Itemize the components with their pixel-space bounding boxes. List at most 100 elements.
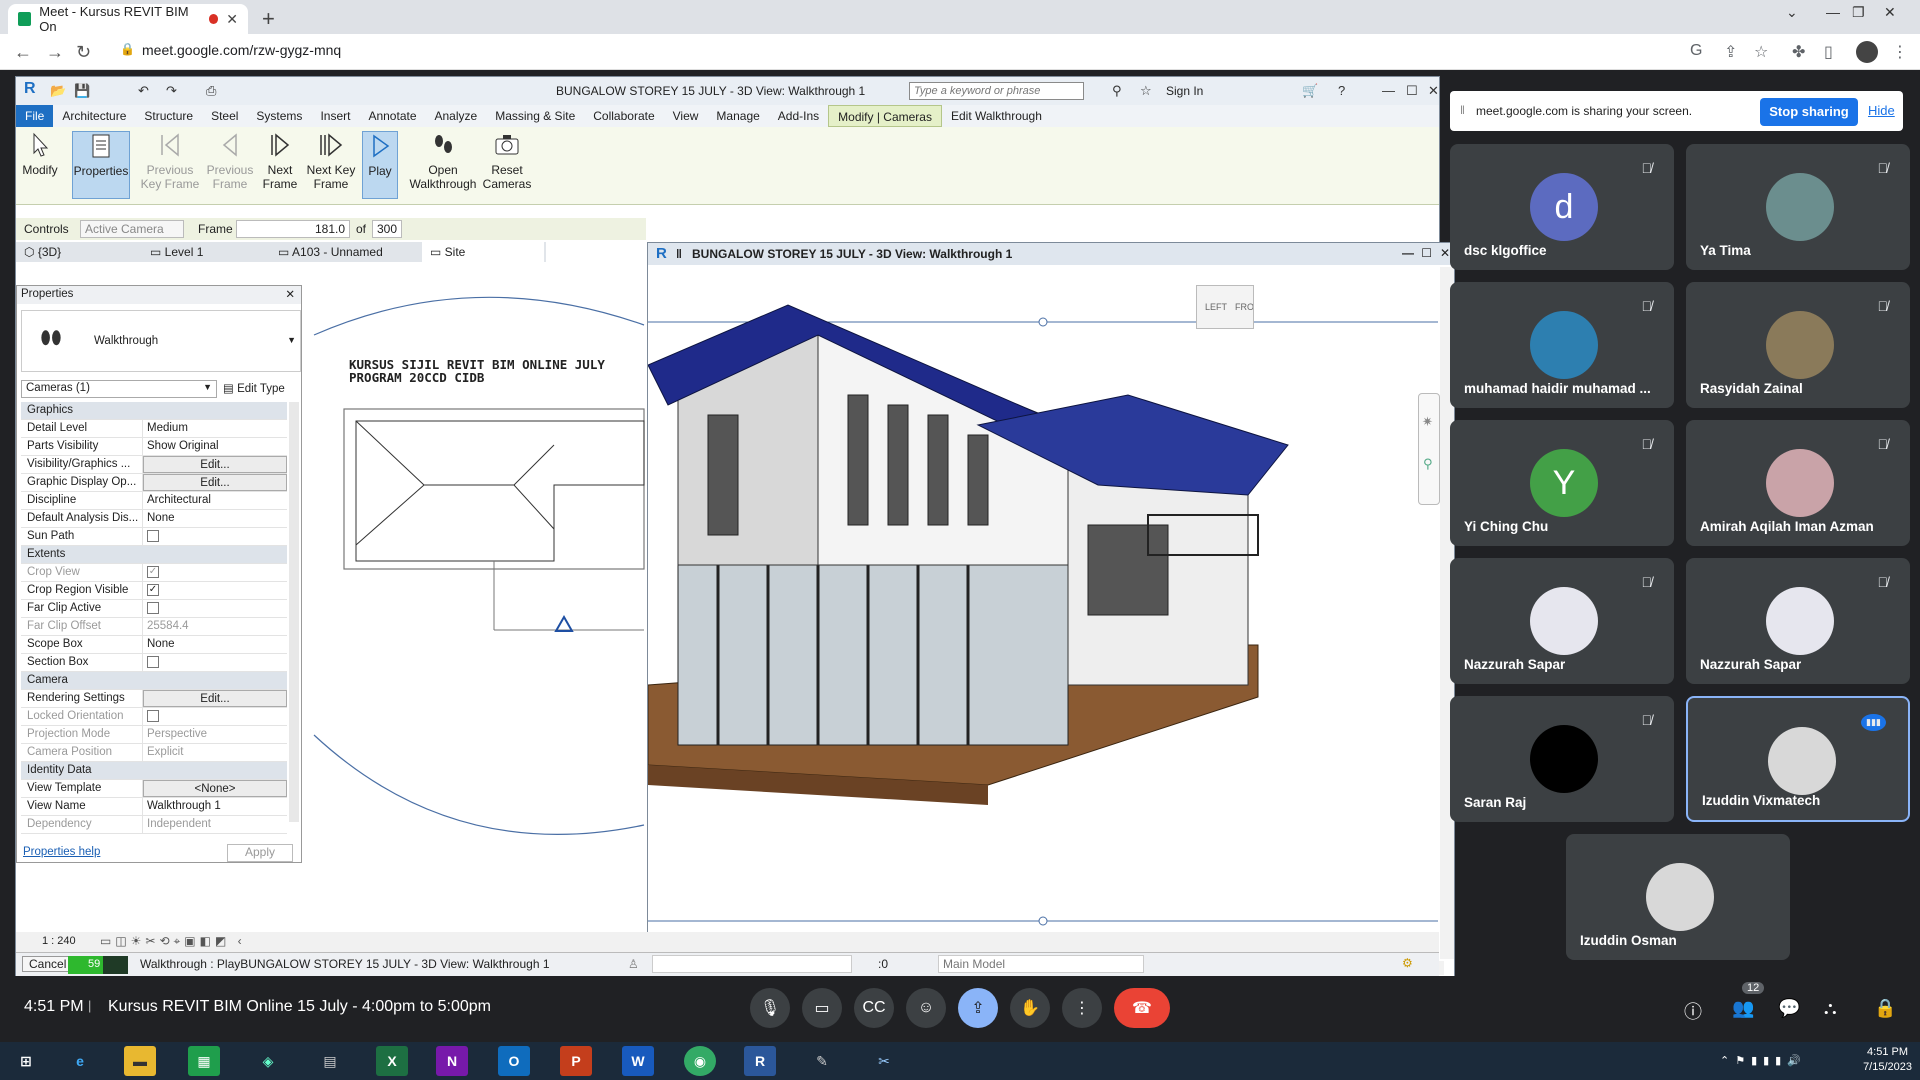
help-icon[interactable]: ? bbox=[1338, 83, 1345, 98]
participant-tile[interactable]: Ya Tima 🎙̸ bbox=[1686, 144, 1910, 270]
revit-maximize-icon[interactable]: ☐ bbox=[1406, 83, 1418, 99]
hide-banner-link[interactable]: Hide bbox=[1868, 103, 1895, 118]
restore-icon[interactable]: ❐ bbox=[1852, 4, 1865, 21]
share-icon[interactable]: ⇪ bbox=[1724, 42, 1737, 62]
next-frame-button[interactable]: Next Frame bbox=[260, 131, 300, 199]
extensions-icon[interactable]: ✤ bbox=[1792, 42, 1805, 62]
system-tray-icons[interactable]: ⌃⚑▮▮▮🔊 bbox=[1720, 1054, 1807, 1067]
people-icon[interactable]: 👥 bbox=[1732, 998, 1754, 1019]
google-icon[interactable]: G bbox=[1690, 42, 1702, 60]
modify-button[interactable]: Modify bbox=[20, 131, 60, 199]
filter-icon[interactable]: ⚙ bbox=[1402, 956, 1413, 970]
tab-architecture[interactable]: Architecture bbox=[53, 105, 135, 127]
host-controls-icon[interactable]: 🔒 bbox=[1874, 998, 1896, 1019]
reactions-button[interactable]: ☺ bbox=[906, 988, 946, 1028]
apply-button[interactable]: Apply bbox=[227, 844, 293, 862]
view-tab-level-1[interactable]: ▭ Level 1 bbox=[150, 245, 203, 259]
property-checkbox[interactable]: ✓ bbox=[147, 566, 159, 578]
property-value[interactable]: ✓ bbox=[143, 582, 287, 599]
participant-tile[interactable]: Nazzurah Sapar 🎙̸ bbox=[1450, 558, 1674, 684]
present-button[interactable]: ⇪ bbox=[958, 988, 998, 1028]
chat-icon[interactable]: 💬 bbox=[1778, 998, 1800, 1019]
file-explorer-icon[interactable]: ▬ bbox=[124, 1046, 156, 1076]
property-value[interactable]: Medium bbox=[143, 420, 287, 437]
notepad-icon[interactable]: ▤ bbox=[314, 1046, 346, 1076]
total-frames-input[interactable]: 300 bbox=[372, 220, 402, 238]
cart-icon[interactable]: 🛒 bbox=[1302, 83, 1318, 99]
property-value[interactable]: ✓ bbox=[143, 564, 287, 581]
property-section-header[interactable]: Camera bbox=[21, 672, 287, 690]
word-icon[interactable]: W bbox=[622, 1046, 654, 1076]
star-icon[interactable]: ☆ bbox=[1140, 83, 1152, 99]
new-tab-button[interactable]: + bbox=[262, 6, 275, 32]
participant-tile[interactable]: Izuddin Vixmatech ▮▮▮ bbox=[1686, 696, 1910, 822]
internet-explorer-icon[interactable]: e bbox=[64, 1046, 96, 1076]
properties-scrollbar[interactable] bbox=[289, 402, 299, 822]
onenote-icon[interactable]: N bbox=[436, 1046, 468, 1076]
participant-tile[interactable]: Y Yi Ching Chu 🎙̸ bbox=[1450, 420, 1674, 546]
property-value[interactable]: Walkthrough 1 bbox=[143, 798, 287, 815]
chrome-menu-icon[interactable]: ⋮ bbox=[1892, 42, 1908, 62]
profile-avatar[interactable] bbox=[1856, 41, 1878, 63]
help-search-input[interactable]: Type a keyword or phrase bbox=[909, 82, 1084, 100]
tab-add-ins[interactable]: Add-Ins bbox=[769, 105, 828, 127]
property-edit-button[interactable]: Edit... bbox=[143, 474, 287, 491]
revit-taskbar-icon[interactable]: R bbox=[744, 1046, 776, 1076]
captions-button[interactable]: CC bbox=[854, 988, 894, 1028]
undo-icon[interactable]: ↶ bbox=[138, 83, 149, 99]
property-value[interactable] bbox=[143, 528, 287, 545]
side-panel-icon[interactable]: ▯ bbox=[1824, 42, 1833, 62]
property-checkbox[interactable] bbox=[147, 656, 159, 668]
cancel-button[interactable]: Cancel bbox=[22, 956, 74, 972]
close-properties-icon[interactable]: ✕ bbox=[285, 287, 295, 301]
outlook-icon[interactable]: O bbox=[498, 1046, 530, 1076]
camera-instance-selector[interactable]: Cameras (1) ▼ bbox=[21, 380, 217, 398]
print-icon[interactable]: ⎙ bbox=[206, 83, 216, 99]
view-tab-site[interactable]: ▭ Site bbox=[422, 242, 544, 262]
property-section-header[interactable]: Graphics bbox=[21, 402, 287, 420]
tab-insert[interactable]: Insert bbox=[311, 105, 359, 127]
tab-file[interactable]: File bbox=[16, 105, 54, 127]
excel-icon[interactable]: X bbox=[376, 1046, 408, 1076]
edit-type-button[interactable]: ▤ Edit Type bbox=[223, 381, 285, 395]
property-value[interactable]: Perspective bbox=[143, 726, 287, 743]
navigation-bar[interactable]: ✷ ⚲ bbox=[1418, 393, 1440, 505]
forward-icon[interactable]: → bbox=[46, 42, 64, 63]
view-tab-3d[interactable]: ⬡ {3D} bbox=[24, 245, 61, 259]
property-checkbox[interactable] bbox=[147, 602, 159, 614]
property-value[interactable] bbox=[143, 708, 287, 725]
clock[interactable]: 4:51 PM 7/15/2023 bbox=[1863, 1045, 1912, 1075]
leave-call-button[interactable]: ☎ bbox=[1114, 988, 1170, 1028]
previous-key-frame-button[interactable]: Previous Key Frame bbox=[140, 131, 200, 199]
snipping-tool-icon[interactable]: ✂ bbox=[868, 1046, 900, 1076]
property-value[interactable] bbox=[143, 654, 287, 671]
tab-annotate[interactable]: Annotate bbox=[359, 105, 425, 127]
property-section-header[interactable]: Extents bbox=[21, 546, 287, 564]
previous-frame-button[interactable]: Previous Frame bbox=[206, 131, 254, 199]
scale-label[interactable]: 1 : 240 bbox=[42, 935, 76, 947]
worksets-icon[interactable]: ♙ bbox=[628, 957, 639, 971]
tab-manage[interactable]: Manage bbox=[707, 105, 768, 127]
chrome-icon[interactable]: ◉ bbox=[684, 1046, 716, 1076]
viewcube[interactable]: LEFT FRONT bbox=[1196, 285, 1254, 329]
open-walkthrough-button[interactable]: Open Walkthrough bbox=[408, 131, 478, 199]
property-section-header[interactable]: Identity Data bbox=[21, 762, 287, 780]
close-window-icon[interactable]: ✕ bbox=[1884, 4, 1896, 21]
property-value[interactable]: None bbox=[143, 636, 287, 653]
participant-tile[interactable]: Amirah Aqilah Iman Azman 🎙̸ bbox=[1686, 420, 1910, 546]
tab-edit-walkthrough[interactable]: Edit Walkthrough bbox=[942, 105, 1051, 127]
reload-icon[interactable]: ↻ bbox=[76, 42, 91, 63]
property-value[interactable]: None bbox=[143, 510, 287, 527]
site-plan-view[interactable]: KURSUS SIJIL REVIT BIM ONLINE JULY PROGR… bbox=[304, 285, 664, 865]
design-options-dropdown[interactable]: Main Model bbox=[938, 955, 1144, 973]
open-icon[interactable]: 📂 bbox=[50, 83, 66, 99]
microphone-button[interactable]: 🎙 bbox=[750, 988, 790, 1028]
property-value[interactable]: Show Original bbox=[143, 438, 287, 455]
property-edit-button[interactable]: Edit... bbox=[143, 690, 287, 707]
property-value[interactable]: Explicit bbox=[143, 744, 287, 761]
play-button[interactable]: Play bbox=[362, 131, 398, 199]
paint-icon[interactable]: ◈ bbox=[252, 1046, 284, 1076]
view-control-icons[interactable]: ▭◫☀✂⟲⌖▣◧◩ ‹ bbox=[100, 934, 246, 949]
type-selector[interactable]: Walkthrough ▼ bbox=[21, 310, 301, 372]
tab-collaborate[interactable]: Collaborate bbox=[584, 105, 663, 127]
